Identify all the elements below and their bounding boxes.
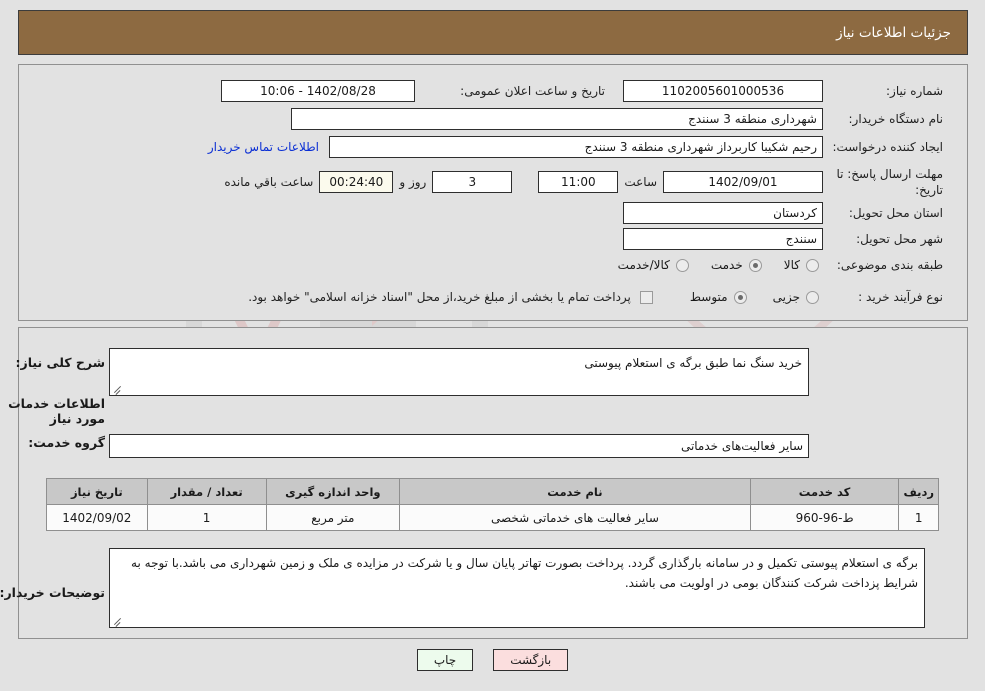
buyer-org-label: نام دستگاه خریدار: [848,112,944,126]
deadline-date-value: 1402/09/01 [663,171,823,194]
city-label: شهر محل تحویل: [856,232,943,246]
need-number-row: شماره نیاز: 1102005601000536 [623,80,943,102]
service-group-row: گروه خدمت: [19,435,105,450]
buyer-notes-label: توضیحات خریدار: [0,585,105,600]
th-unit: واحد اندازه گیری [265,478,401,505]
announce-datetime-row: تاریخ و ساعت اعلان عمومی: 1402/08/28 - 1… [221,80,605,102]
creator-value: رحیم شکیبا کاربرداز شهرداری منطقه 3 سنند… [329,136,823,158]
radio-process-jozei[interactable] [806,290,819,304]
radio-category-kala[interactable] [806,258,819,272]
th-quantity: تعداد / مقدار [146,478,267,505]
creator-label: ایجاد کننده درخواست: [832,140,943,154]
services-section-title: اطلاعات خدمات مورد نیاز [8,396,105,426]
print-button[interactable]: چاپ [416,649,474,671]
radio-category-khedmat-label: خدمت [710,258,743,272]
process-label: نوع فرآیند خرید : [858,290,943,304]
th-row-number: ردیف [898,478,939,505]
page-header: جزئیات اطلاعات نیاز [18,10,968,55]
buyer-notes-value: برگه ی استعلام پیوستی تکمیل و در سامانه … [131,556,918,591]
resize-grip-icon [113,384,123,394]
radio-category-kala-khedmat[interactable] [675,258,689,272]
need-summary-value: خرید سنگ نما طبق برگه ی استعلام پیوستی [584,356,802,370]
need-summary-textarea[interactable]: خرید سنگ نما طبق برگه ی استعلام پیوستی [109,348,809,396]
need-number-label: شماره نیاز: [886,84,943,98]
deadline-label: مهلت ارسال پاسخ: تا تاریخ: [836,167,943,198]
page-title: جزئیات اطلاعات نیاز [836,24,951,41]
province-row: استان محل تحویل: کردستان [623,202,943,224]
radio-category-khedmat[interactable] [748,258,762,272]
treasury-docs-checkbox[interactable] [639,290,653,304]
province-value: کردستان [623,202,823,224]
table-header-row: ردیف کد خدمت نام خدمت واحد اندازه گیری ت… [46,478,939,505]
buyer-notes-textarea[interactable]: برگه ی استعلام پیوستی تکمیل و در سامانه … [109,548,925,628]
radio-category-kala-label: کالا [783,258,800,272]
buyer-org-row: نام دستگاه خریدار: شهرداری منطقه 3 سنندج [291,108,943,130]
days-remaining-label: روز و [399,175,427,190]
buyer-org-value: شهرداری منطقه 3 سنندج [291,108,823,130]
table-row: 1 ط-96-960 سایر فعالیت های خدماتی شخصی م… [46,504,939,531]
province-label: استان محل تحویل: [848,206,943,220]
radio-process-jozei-label: جزیی [772,290,800,304]
back-button[interactable]: بازگشت [493,649,569,671]
announce-datetime-label: تاریخ و ساعت اعلان عمومی: [460,84,605,98]
treasury-docs-text: پرداخت تمام یا بخشی از مبلغ خرید،از محل … [248,290,631,304]
cell-service-code: ط-96-960 [749,504,900,531]
category-row: طبقه بندی موضوعی: کالا خدمت کالا/خدمت [616,258,943,272]
creator-row: ایجاد کننده درخواست: رحیم شکیبا کاربرداز… [208,136,943,158]
th-service-code: کد خدمت [749,478,900,505]
th-need-date: تاریخ نیاز [46,478,148,505]
buyer-contact-link[interactable]: اطلاعات تماس خریدار [208,140,319,154]
city-row: شهر محل تحویل: سنندج [623,228,943,250]
days-remaining-value: 3 [432,171,513,194]
th-service-name: نام خدمت [399,478,751,505]
resize-grip-icon [113,616,123,626]
category-label: طبقه بندی موضوعی: [836,258,943,272]
service-group-label: گروه خدمت: [28,435,105,450]
need-number-value: 1102005601000536 [623,80,823,102]
countdown-timer: 00:24:40 [319,171,394,194]
radio-category-kala-khedmat-label: کالا/خدمت [617,258,670,272]
deadline-hour-value: 11:00 [538,171,619,194]
cell-unit: متر مربع [265,504,401,531]
deadline-hour-label: ساعت [624,175,657,190]
process-row: نوع فرآیند خرید : جزیی متوسط پرداخت تمام… [242,290,943,304]
radio-process-motavaset-label: متوسط [689,290,728,304]
countdown-label: ساعت باقي مانده [224,175,314,190]
cell-service-name: سایر فعالیت های خدماتی شخصی [399,504,751,531]
services-table: ردیف کد خدمت نام خدمت واحد اندازه گیری ت… [46,478,939,531]
radio-process-motavaset[interactable] [733,290,747,304]
announce-datetime-value: 1402/08/28 - 10:06 [221,80,415,102]
cell-need-date: 1402/09/02 [46,504,148,531]
service-group-value: سایر فعالیت‌های خدماتی [109,434,809,458]
footer-actions: بازگشت چاپ [0,649,985,671]
city-value: سنندج [623,228,823,250]
deadline-row: مهلت ارسال پاسخ: تا تاریخ: 1402/09/01 سا… [218,166,943,198]
cell-row-number: 1 [898,504,939,531]
need-summary-label: شرح کلی نیاز: [15,355,105,370]
cell-quantity: 1 [146,504,267,531]
